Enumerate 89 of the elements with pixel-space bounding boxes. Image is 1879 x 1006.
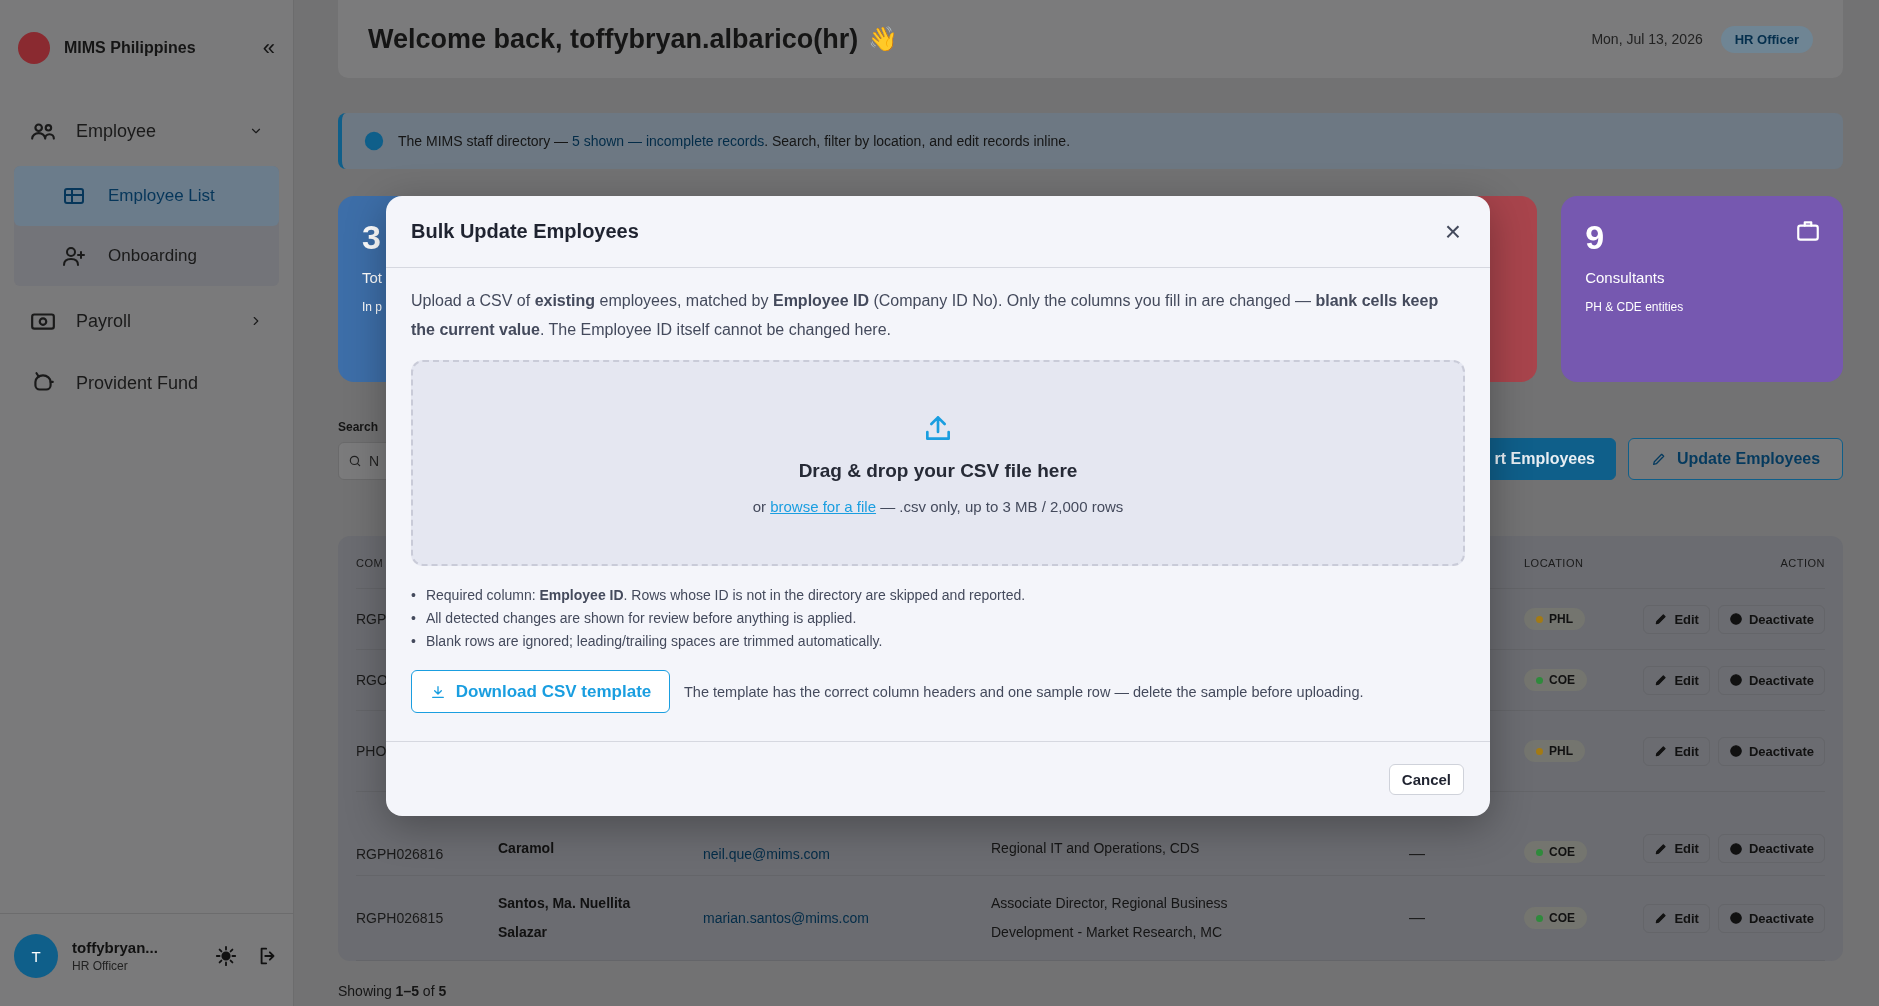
nav-item[interactable]: Employee	[14, 104, 279, 158]
user-role: HR Officer	[72, 959, 129, 973]
stat-label: Consultants	[1585, 269, 1665, 286]
briefcase-icon	[1795, 218, 1821, 244]
dialog-title: Bulk Update Employees	[411, 220, 639, 243]
bullet: •	[411, 632, 416, 651]
note-item: All detected changes are shown for review before anything is applied.	[425, 609, 857, 628]
edit-button[interactable]: Edit	[1643, 903, 1710, 933]
role-badge: HR Officer	[1720, 25, 1813, 53]
deactivate-button[interactable]: Deactivate	[1717, 665, 1825, 695]
pencil-icon	[1654, 612, 1669, 626]
position-text: Development - Market Research, MC	[991, 924, 1223, 940]
pencil-icon	[1654, 673, 1669, 687]
email-link[interactable]: neil.que@mims.com	[703, 846, 831, 862]
sun-icon	[215, 945, 237, 967]
location-tag: COE	[1524, 669, 1587, 691]
cancel-button[interactable]: Cancel	[1388, 763, 1464, 795]
circle-icon	[1728, 744, 1743, 758]
location-tag: COE	[1524, 841, 1587, 863]
employee-name: Caramol	[498, 840, 555, 856]
banner-text: The MIMS staff directory — 5 shown — incomplete records. Search, filter by location, and edit records inline.	[398, 133, 1071, 149]
column-header: LOCATION	[1524, 557, 1584, 569]
drop-zone[interactable]: Drag & drop your CSV file here or browse for a file — .csv only, up to 3 MB / 2,000 rows	[411, 360, 1465, 566]
download-icon	[429, 683, 446, 700]
table-cell: —	[1409, 909, 1425, 926]
edit-button[interactable]: Edit	[1643, 604, 1710, 634]
deactivate-button[interactable]: Deactivate	[1717, 903, 1825, 933]
update-button[interactable]: Update Employees	[1628, 438, 1843, 480]
bullet: •	[411, 586, 416, 605]
greeting-title: Welcome back, toffybryan.albarico(hr)	[368, 23, 859, 55]
position-text: Associate Director, Regional Business	[991, 895, 1228, 911]
logo-icon	[18, 32, 50, 64]
location-tag: COE	[1524, 907, 1587, 929]
pagination-text: Showing 1–5 of 5	[338, 983, 447, 999]
edit-button[interactable]: Edit	[1643, 736, 1710, 766]
deactivate-button[interactable]: Deactivate	[1717, 736, 1825, 766]
submenu-item[interactable]: Employee List	[14, 166, 279, 226]
table-cell: PHO	[356, 743, 387, 759]
brand-name: MIMS Philippines	[64, 39, 197, 57]
table-cell: RGPH026816	[356, 846, 444, 862]
search-icon	[348, 454, 362, 468]
drop-zone-title: Drag & drop your CSV file here	[798, 459, 1078, 482]
pencil-icon	[1654, 841, 1669, 856]
bullet: •	[411, 609, 416, 628]
collapse-button[interactable]: «	[262, 35, 275, 61]
search-label: Search	[338, 420, 379, 434]
edit-button[interactable]: Edit	[1643, 834, 1710, 863]
intro-text: Upload a CSV of existing employees, matched by Employee ID (Company ID No). Only the columns you fill in are changed — blank cells keep the current value. The Employee ID itself cannot be changed here.	[411, 291, 1440, 340]
close-button[interactable]: ×	[1440, 217, 1465, 246]
table-cell: —	[1409, 845, 1425, 862]
employee-name: Salazar	[498, 924, 548, 940]
stat-label: Tot	[362, 269, 382, 286]
table-cell: RGPH026815	[356, 910, 444, 926]
stat-note: In p	[362, 300, 382, 314]
stat-value: 9	[1585, 218, 1605, 257]
drop-zone-hint: or browse for a file — .csv only, up to 3 MB / 2,000 rows	[752, 497, 1124, 515]
user-avatar: T	[14, 934, 58, 978]
column-header: ACTION	[1780, 557, 1825, 569]
user-plus-icon	[62, 244, 86, 268]
circle-icon	[1728, 841, 1743, 856]
nav-item[interactable]: Payroll	[14, 294, 279, 348]
edit-button[interactable]: Edit	[1643, 665, 1710, 695]
note-item: Required column: Employee ID. Rows whose ID is not in the directory are skipped and reported.	[425, 586, 1026, 605]
column-header: COM	[356, 557, 384, 569]
date-text: Mon, Jul 13, 2026	[1591, 31, 1703, 47]
pencil-icon	[1654, 744, 1669, 758]
circle-icon	[1728, 612, 1743, 626]
browse-link[interactable]: browse for a file	[770, 497, 877, 515]
pencil-icon	[1654, 911, 1669, 925]
note-item: Blank rows are ignored; leading/trailing spaces are trimmed automatically.	[425, 632, 883, 651]
email-link[interactable]: marian.santos@mims.com	[703, 910, 869, 926]
submenu-item[interactable]: Onboarding	[14, 226, 279, 286]
employee-name: Santos, Ma. Nuellita	[498, 895, 631, 911]
stat-note: PH & CDE entities	[1585, 300, 1684, 314]
pencil-icon	[1650, 451, 1667, 467]
user-name: toffybryan...	[72, 939, 159, 956]
stat-value: 3	[362, 218, 381, 257]
deactivate-button[interactable]: Deactivate	[1717, 834, 1825, 863]
position-text: Regional IT and Operations, CDS	[991, 840, 1200, 856]
location-tag: PHL	[1524, 608, 1585, 630]
circle-icon	[1728, 911, 1743, 925]
nav-item[interactable]: Provident Fund	[14, 356, 279, 410]
template-note: The template has the correct column headers and one sample row — delete the sample before uploading.	[684, 683, 1364, 700]
table-cell: RGP	[356, 611, 387, 627]
location-tag: PHL	[1524, 740, 1585, 762]
deactivate-button[interactable]: Deactivate	[1717, 604, 1825, 634]
wave-emoji: 👋	[868, 25, 899, 53]
download-template-button[interactable]: Download CSV template	[411, 670, 670, 713]
circle-icon	[1728, 673, 1743, 687]
